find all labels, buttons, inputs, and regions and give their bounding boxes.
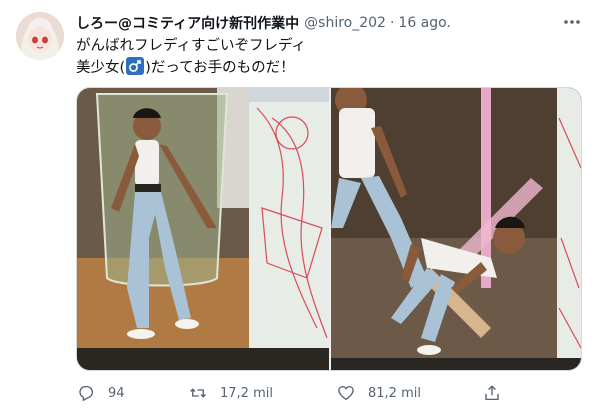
tweet-text: がんばれフレディすごいぞフレディ 美少女( )だってお手のものだ！ (76, 35, 576, 79)
retweet-button[interactable]: 17,2 mil (188, 380, 273, 406)
tweet-text-line-2-end: )だってお手のものだ！ (145, 60, 295, 76)
share-button[interactable] (482, 380, 502, 406)
reply-count: 94 (108, 385, 125, 401)
tweet-timestamp[interactable]: 16 ago. (398, 15, 451, 31)
tweet[interactable]: しろー@コミティア向け新刊作業中 @shiro_202 · 16 ago. がん… (0, 0, 598, 412)
more-button[interactable] (560, 10, 584, 34)
author-handle[interactable]: @shiro_202 (304, 15, 386, 31)
male-sign-emoji (126, 57, 145, 75)
avatar[interactable] (16, 12, 64, 60)
tweet-text-line-1: がんばれフレディすごいぞフレディ (76, 38, 306, 54)
reply-icon (76, 383, 96, 403)
tweet-header: しろー@コミティア向け新刊作業中 @shiro_202 · 16 ago. (76, 13, 451, 33)
tweet-media[interactable] (76, 87, 582, 371)
tweet-text-line-2-start: 美少女( (76, 60, 126, 76)
like-count: 81,2 mil (368, 385, 421, 401)
photo-figure-glass (77, 88, 329, 370)
media-photo-2[interactable] (331, 88, 581, 370)
retweet-count: 17,2 mil (220, 385, 273, 401)
avatar-image (16, 12, 64, 60)
author-display-name[interactable]: しろー@コミティア向け新刊作業中 (76, 13, 299, 33)
share-icon (482, 383, 502, 403)
reply-button[interactable]: 94 (76, 380, 125, 406)
heart-icon (336, 383, 356, 403)
tweet-actions: 94 17,2 mil 81,2 mil (76, 380, 582, 406)
tweet-text-line-2: 美少女( )だってお手のものだ！ (76, 57, 576, 79)
retweet-icon (188, 383, 208, 403)
media-photo-1[interactable] (77, 88, 329, 370)
like-button[interactable]: 81,2 mil (336, 380, 421, 406)
more-horizontal-icon (564, 20, 580, 24)
separator-dot: · (389, 15, 395, 31)
photo-figures-posed (331, 88, 581, 370)
